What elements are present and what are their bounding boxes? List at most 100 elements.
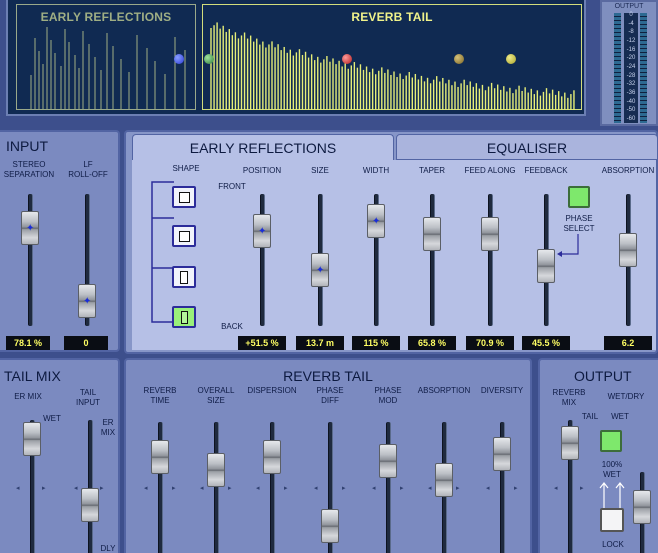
stereo-separation-value: 78.1 % [6, 336, 50, 350]
position-dot-brown[interactable] [454, 54, 464, 64]
left-arrow-icon: ◂ [372, 485, 376, 492]
meter-tick-label: 0 [629, 12, 633, 18]
wet-dry-slider[interactable] [633, 490, 651, 524]
shape-button-3[interactable] [172, 266, 196, 288]
marker-icon: ✦ [316, 264, 325, 276]
shape-button-2[interactable] [172, 225, 196, 247]
taper-track[interactable] [430, 194, 435, 326]
size-value: 13.7 m [296, 336, 344, 350]
reverb-time-slider[interactable] [151, 440, 169, 475]
meter-tick-label: -32 [626, 81, 636, 88]
reverb-tail-panel: REVERB TAIL REVERB TIME ◂ ▸ OVERALL SIZE ◂ ▸ D… [124, 358, 532, 553]
shape-button-4[interactable] [172, 306, 196, 328]
meter-tick-label: -28 [626, 72, 636, 79]
wet-label: WET [611, 412, 629, 421]
er-mix-small-label: ER MIX [100, 418, 116, 437]
marker-icon: ✦ [83, 296, 92, 308]
shape-button-1[interactable] [172, 186, 196, 208]
shape-label: SHAPE [172, 164, 200, 173]
reverb-mix-slider[interactable] [561, 426, 579, 460]
input-panel: INPUT STEREO SEPARATION LF ROLL-OFF ✦ ✦ … [0, 130, 120, 352]
dispersion-slider[interactable] [263, 440, 281, 475]
wet-arrows-icon [599, 482, 625, 508]
position-dot-blue[interactable] [174, 54, 184, 64]
reverb-mix-label: REVERB MIX [552, 388, 586, 407]
left-arrow-icon: ◂ [314, 485, 318, 492]
tail-input-track[interactable] [88, 420, 93, 553]
absorption-slider[interactable] [435, 462, 453, 497]
position-dot-red[interactable] [342, 54, 352, 64]
feed-along-value: 70.9 % [466, 336, 514, 350]
meter-tick-label: -12 [626, 38, 636, 44]
back-label: BACK [221, 322, 243, 331]
phase-select-button[interactable] [568, 186, 590, 208]
feedback-value: 45.5 % [522, 336, 570, 350]
reverb-tail-title: REVERB TAIL [283, 368, 373, 384]
meter-tick-label: -4 [628, 20, 634, 27]
lock-label: LOCK [602, 540, 624, 549]
taper-slider[interactable] [423, 216, 441, 251]
er-mix-slider[interactable] [23, 422, 41, 456]
right-arrow-icon: ▸ [580, 485, 584, 492]
position-dot-yellow[interactable] [506, 54, 516, 64]
wet-button[interactable] [600, 430, 622, 452]
left-arrow-icon: ◂ [428, 485, 432, 492]
diversity-label: DIVERSITY [480, 386, 524, 395]
absorption-value: 6.2 [604, 336, 652, 350]
left-arrow-icon: ◂ [144, 485, 148, 492]
early-reflections-panel: EARLY REFLECTIONS EQUALISER SHAPE FRONT … [124, 130, 658, 354]
right-arrow-icon: ▸ [42, 485, 46, 492]
output-title: OUTPUT [574, 368, 632, 384]
phase-mod-slider[interactable] [379, 444, 397, 479]
er-mix-label: ER MIX [14, 392, 42, 401]
overall-size-track[interactable] [214, 422, 219, 553]
phase-mod-track[interactable] [386, 422, 391, 553]
meter-tick-label: -20 [626, 55, 636, 62]
lf-roll-off-label: LF ROLL-OFF [68, 160, 108, 179]
tab-early-reflections[interactable]: EARLY REFLECTIONS [132, 134, 394, 160]
reverb-display: EARLY REFLECTIONS REVERB TAIL [6, 0, 586, 116]
lf-roll-off-value: 0 [64, 336, 108, 350]
reverb-tail-graph [210, 22, 575, 110]
feed-along-slider[interactable] [481, 216, 499, 251]
phase-diff-slider[interactable] [321, 508, 339, 543]
position-slider[interactable]: ✦ [253, 213, 271, 248]
tail-input-slider[interactable] [81, 488, 99, 522]
right-arrow-icon: ▸ [456, 485, 460, 492]
dly-label: DLY [100, 544, 116, 553]
tab-equaliser[interactable]: EQUALISER [396, 134, 658, 160]
tail-input-label: TAIL INPUT [76, 388, 100, 407]
stereo-separation-slider[interactable]: ✦ [21, 210, 39, 245]
feedback-label: FEEDBACK [524, 166, 568, 175]
right-arrow-icon: ▸ [100, 485, 104, 492]
taper-value: 65.8 % [408, 336, 456, 350]
diversity-slider[interactable] [493, 437, 511, 472]
output-meter-title: OUTPUT [614, 3, 644, 10]
early-reflections-display: EARLY REFLECTIONS [16, 4, 196, 110]
position-value: +51.5 % [238, 336, 286, 350]
tail-mix-panel: TAIL MIX ER MIX TAIL INPUT WET ER MIX DL… [0, 358, 120, 553]
left-arrow-icon: ◂ [554, 485, 558, 492]
right-arrow-icon: ▸ [400, 485, 404, 492]
left-arrow-icon: ◂ [200, 485, 204, 492]
absorption-slider[interactable] [619, 233, 637, 268]
marker-icon: ✦ [258, 225, 267, 237]
feedback-slider[interactable] [537, 248, 555, 283]
phase-select-arrow-icon [557, 234, 579, 257]
meter-tick-label: -36 [626, 90, 636, 96]
left-arrow-icon: ◂ [74, 485, 78, 492]
output-meter: OUTPUT 0 -4 -8 -12 -16 -20 -24 -28 -32 -36 -40 -50 -… [600, 0, 658, 126]
size-slider[interactable]: ✦ [311, 252, 329, 287]
meter-bar-left [614, 13, 621, 123]
feed-along-track[interactable] [488, 194, 493, 326]
meter-tick-label: -16 [626, 46, 636, 53]
meter-tick-label: -60 [626, 116, 636, 122]
position-dot-green[interactable] [204, 54, 214, 64]
lock-button[interactable] [600, 508, 624, 532]
overall-size-slider[interactable] [207, 452, 225, 487]
tail-label: TAIL [581, 412, 599, 421]
marker-icon: ✦ [372, 215, 381, 227]
width-slider[interactable]: ✦ [367, 203, 385, 238]
input-title: INPUT [6, 138, 48, 154]
lf-roll-off-slider[interactable]: ✦ [78, 284, 96, 319]
